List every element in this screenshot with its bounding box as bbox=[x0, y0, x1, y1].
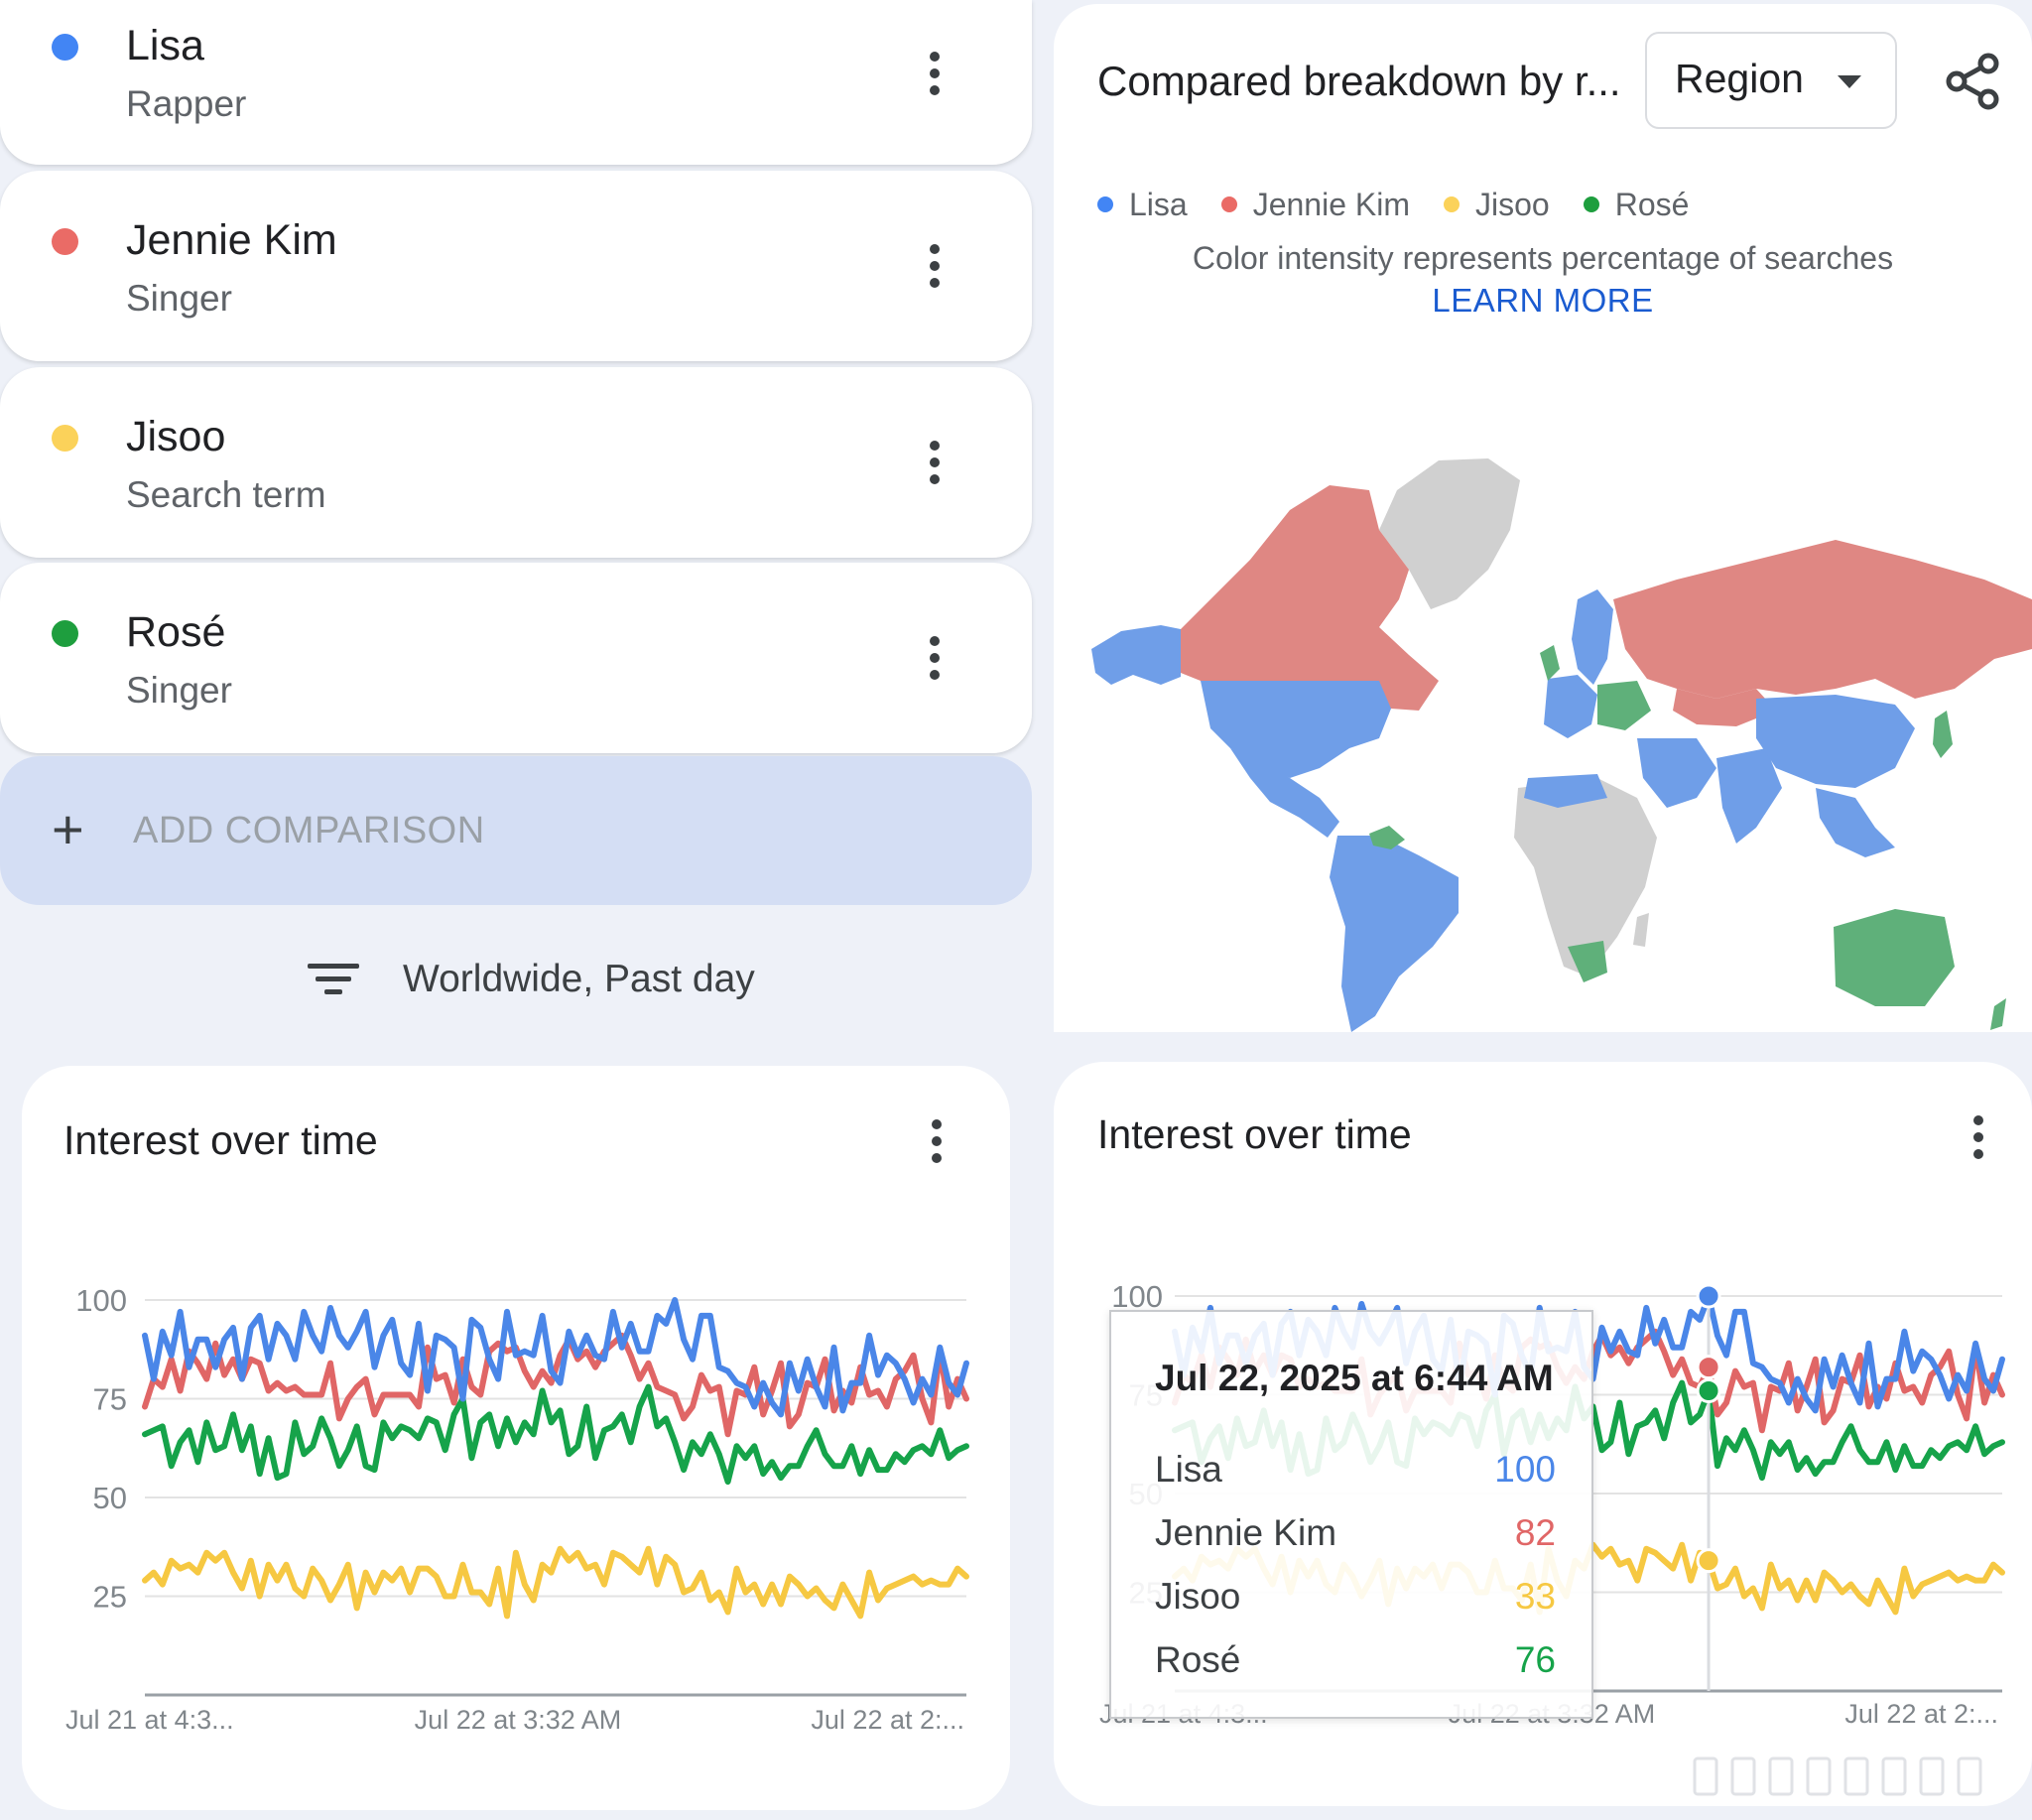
intensity-note: Color intensity represents percentage of… bbox=[1192, 240, 1894, 276]
tooltip-row-jennie-kim: Jennie Kim 82 bbox=[1155, 1512, 1556, 1562]
legend-label: Rosé bbox=[1614, 186, 1690, 222]
filter-list-icon bbox=[308, 960, 359, 999]
term-subtitle: Rapper bbox=[126, 83, 247, 124]
term-color-dot bbox=[52, 620, 78, 647]
map-region-new-zealand bbox=[1990, 998, 2006, 1030]
term-color-dot bbox=[52, 228, 78, 255]
region-dropdown[interactable]: Region bbox=[1645, 32, 1897, 129]
tooltip-date: Jul 22, 2025 at 6:44 AM bbox=[1155, 1358, 1554, 1398]
tooltip-value: 33 bbox=[1514, 1576, 1556, 1617]
more-vert-icon[interactable] bbox=[915, 433, 954, 492]
term-subtitle: Singer bbox=[126, 670, 232, 711]
term-color-dot bbox=[52, 425, 78, 452]
legend-item-jennie-kim: Jennie Kim bbox=[1220, 186, 1410, 223]
term-subtitle: Search term bbox=[126, 474, 326, 515]
tooltip-term: Lisa bbox=[1155, 1449, 1222, 1490]
term-card-jennie-kim[interactable]: Jennie Kim Singer bbox=[0, 171, 1032, 361]
tooltip-row-lisa: Lisa 100 bbox=[1155, 1449, 1556, 1498]
more-vert-icon[interactable] bbox=[915, 44, 954, 103]
card-title: Interest over time bbox=[64, 1117, 378, 1163]
map-legend: Lisa Jennie Kim Jisoo Rosé bbox=[1097, 183, 1722, 226]
legend-label: Jisoo bbox=[1475, 186, 1550, 222]
term-color-dot bbox=[52, 34, 78, 61]
map-region-alaska bbox=[1091, 625, 1181, 685]
term-subtitle: Singer bbox=[126, 278, 232, 319]
more-vert-icon[interactable] bbox=[915, 236, 954, 296]
share-icon[interactable] bbox=[1943, 52, 2002, 111]
interest-over-time-card-left: Interest over time bbox=[22, 1066, 1010, 1810]
filter-button[interactable]: Worldwide, Past day bbox=[308, 945, 755, 1014]
map-region-middle-east bbox=[1637, 738, 1716, 808]
world-map[interactable] bbox=[1081, 451, 2032, 1032]
learn-more-link[interactable]: LEARN MORE bbox=[1054, 282, 2032, 320]
legend-label: Lisa bbox=[1129, 186, 1188, 222]
map-region-russia bbox=[1613, 540, 2032, 699]
term-name: Rosé bbox=[126, 608, 226, 656]
map-region-madagascar bbox=[1633, 913, 1649, 947]
add-comparison-button[interactable]: + ADD COMPARISON bbox=[0, 756, 1032, 905]
map-region-india bbox=[1716, 748, 1782, 844]
watermark-graphic bbox=[1693, 1756, 1982, 1796]
chart-tooltip: Jul 22, 2025 at 6:44 AM Lisa 100 Jennie … bbox=[1109, 1310, 1593, 1719]
tooltip-value: 76 bbox=[1514, 1639, 1556, 1680]
term-name: Lisa bbox=[126, 22, 204, 69]
legend-item-lisa: Lisa bbox=[1097, 187, 1188, 223]
legend-item-jisoo: Jisoo bbox=[1444, 187, 1550, 223]
more-vert-icon[interactable] bbox=[915, 628, 954, 688]
tooltip-value: 82 bbox=[1514, 1512, 1556, 1553]
map-region-japan bbox=[1933, 711, 1953, 758]
map-region-scandinavia bbox=[1572, 589, 1613, 685]
filter-label: Worldwide, Past day bbox=[403, 958, 755, 1000]
more-vert-icon[interactable] bbox=[917, 1111, 956, 1171]
region-dropdown-label: Region bbox=[1675, 56, 1804, 101]
more-vert-icon[interactable] bbox=[1959, 1107, 1998, 1167]
map-region-usa bbox=[1201, 681, 1391, 778]
legend-label: Jennie Kim bbox=[1252, 186, 1410, 222]
term-card-rose[interactable]: Rosé Singer bbox=[0, 563, 1032, 753]
tooltip-term: Rosé bbox=[1155, 1639, 1241, 1680]
add-comparison-label: ADD COMPARISON bbox=[133, 810, 485, 851]
term-name: Jisoo bbox=[126, 413, 226, 460]
tooltip-row-jisoo: Jisoo 33 bbox=[1155, 1576, 1556, 1625]
card-title: Compared breakdown by r... bbox=[1097, 58, 1621, 104]
map-region-europe-central bbox=[1597, 681, 1651, 730]
tooltip-row-rose: Rosé 76 bbox=[1155, 1639, 1556, 1689]
tooltip-value: 100 bbox=[1494, 1449, 1556, 1490]
map-region-europe-west bbox=[1544, 675, 1597, 738]
card-title: Interest over time bbox=[1097, 1111, 1412, 1157]
arrow-drop-down-icon bbox=[1838, 75, 1861, 88]
term-name: Jennie Kim bbox=[126, 216, 337, 264]
regional-breakdown-card: Compared breakdown by r... Region Lisa J… bbox=[1054, 4, 2032, 1032]
map-region-australia bbox=[1834, 909, 1955, 1006]
map-region-southeast-asia bbox=[1816, 788, 1895, 857]
map-region-uk bbox=[1540, 645, 1560, 681]
map-region-south-america bbox=[1330, 836, 1459, 1032]
term-card-jisoo[interactable]: Jisoo Search term bbox=[0, 367, 1032, 558]
tooltip-term: Jennie Kim bbox=[1155, 1512, 1337, 1553]
legend-item-rose: Rosé bbox=[1583, 186, 1690, 223]
plus-icon: + bbox=[52, 798, 84, 860]
map-region-china bbox=[1756, 695, 1915, 788]
term-card-lisa[interactable]: Lisa Rapper bbox=[0, 0, 1032, 165]
tooltip-term: Jisoo bbox=[1155, 1576, 1241, 1617]
